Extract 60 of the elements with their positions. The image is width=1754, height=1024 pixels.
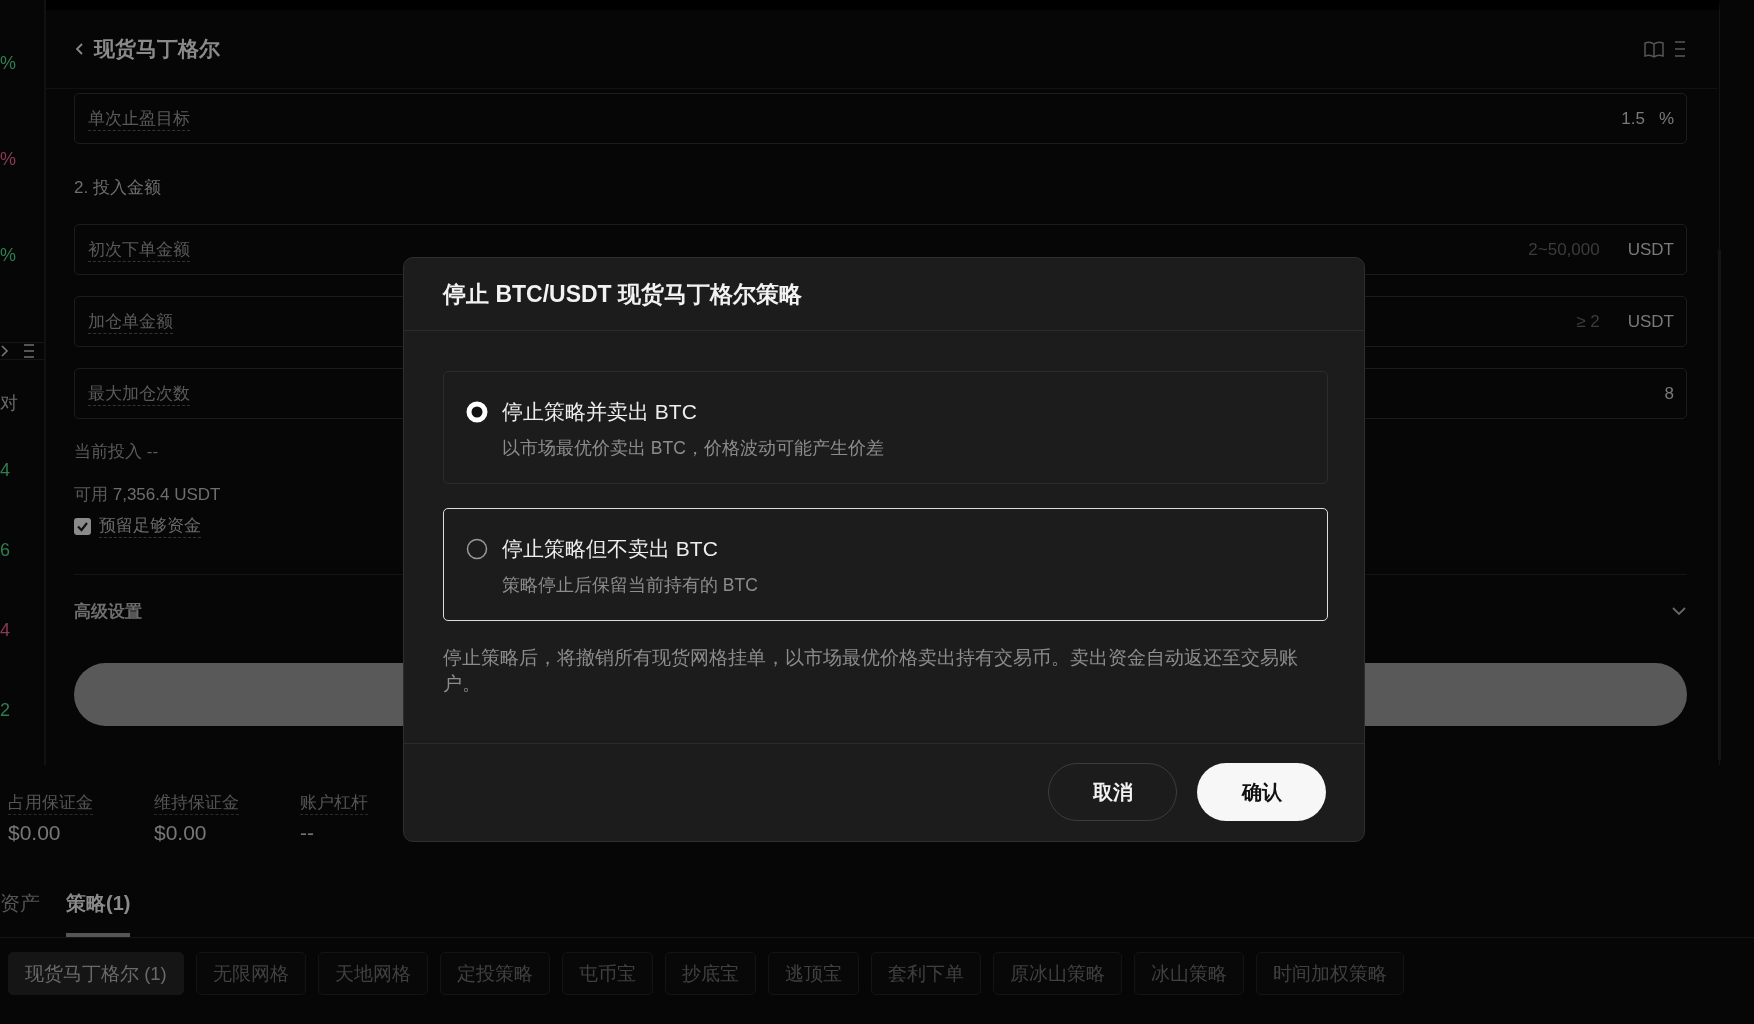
tab[interactable]: 资产 — [0, 890, 40, 937]
option-card[interactable]: 停止策略但不卖出 BTC 策略停止后保留当前持有的 BTC — [443, 508, 1328, 621]
filter-chip[interactable]: 屯币宝 — [561, 952, 653, 995]
advanced-settings-label[interactable]: 高级设置 — [74, 599, 142, 623]
field-value: 8 — [1664, 383, 1674, 404]
field-label: 初次下单金额 — [88, 237, 190, 262]
filter-chip[interactable]: 逃顶宝 — [767, 952, 859, 995]
stat-value: $0.00 — [8, 821, 62, 845]
filter-chip[interactable]: 抄底宝 — [664, 952, 756, 995]
back-icon[interactable] — [74, 42, 84, 56]
filter-chip[interactable]: 定投策略 — [439, 952, 550, 995]
unit-label: USDT — [1627, 239, 1674, 260]
market-value: % — [0, 54, 17, 72]
book-icon[interactable] — [1643, 39, 1665, 59]
field-label: 单次止盈目标 — [88, 106, 190, 131]
option-title: 停止策略并卖出 BTC — [502, 399, 698, 425]
market-value: 6 — [0, 541, 11, 559]
radio-button[interactable] — [466, 538, 488, 560]
stat-label: 维持保证金 — [154, 791, 239, 815]
current-investment: 当前投入 -- — [74, 441, 159, 463]
dialog-title: 停止 BTC/USDT 现货马丁格尔策略 — [443, 279, 803, 309]
panel-title: 现货马丁格尔 — [94, 36, 221, 62]
confirm-button[interactable]: 确认 — [1197, 763, 1326, 821]
option-title: 停止策略但不卖出 BTC — [502, 536, 719, 562]
option-description: 以市场最优价卖出 BTC，价格波动可能产生价差 — [502, 437, 884, 460]
checkbox-label: 预留足够资金 — [99, 514, 201, 538]
menu-icon[interactable] — [24, 343, 34, 359]
section-heading: 2. 投入金额 — [74, 177, 161, 199]
tab[interactable]: 策略(1) — [66, 890, 131, 937]
option-card[interactable]: 停止策略并卖出 BTC 以市场最优价卖出 BTC，价格波动可能产生价差 — [443, 371, 1328, 484]
available-balance: 可用 7,356.4 USDT — [74, 484, 221, 506]
unit-label: % — [1658, 108, 1674, 129]
filter-chip[interactable]: 无限网格 — [195, 952, 306, 995]
stat-value: $0.00 — [154, 821, 208, 845]
chevron-down-icon[interactable] — [1671, 605, 1687, 617]
filter-chip[interactable]: 天地网格 — [317, 952, 428, 995]
filter-chip[interactable]: 时间加权策略 — [1255, 952, 1404, 995]
field-label: 加仓单金额 — [88, 309, 173, 334]
unit-label: USDT — [1627, 311, 1674, 332]
market-value: 4 — [0, 621, 11, 639]
option-description: 策略停止后保留当前持有的 BTC — [502, 574, 758, 597]
filter-chip[interactable]: 原冰山策略 — [992, 952, 1122, 995]
stat-value: -- — [300, 821, 315, 845]
input-field[interactable]: 单次止盈目标 1.5 % — [74, 93, 1687, 144]
stat-label: 账户杠杆 — [300, 791, 368, 815]
market-value: 4 — [0, 461, 11, 479]
stat-label: 占用保证金 — [8, 791, 93, 815]
field-value: 1.5 — [1621, 108, 1645, 129]
market-value: 对 — [0, 394, 19, 412]
filter-chip[interactable]: 冰山策略 — [1133, 952, 1244, 995]
checkbox[interactable] — [74, 517, 91, 535]
filter-chip[interactable]: 套利下单 — [870, 952, 981, 995]
chevron-right-icon[interactable] — [0, 344, 10, 358]
market-value: % — [0, 246, 17, 264]
market-value: % — [0, 150, 17, 168]
field-label: 最大加仓次数 — [88, 381, 190, 406]
filter-chip[interactable]: 现货马丁格尔 (1) — [8, 952, 184, 995]
market-value: 2 — [0, 701, 11, 719]
cancel-button[interactable]: 取消 — [1048, 763, 1177, 821]
dialog-note: 停止策略后，将撤销所有现货网格挂单，以市场最优价格卖出持有交易币。卖出资金自动返还至交易账户。 — [443, 646, 1299, 696]
